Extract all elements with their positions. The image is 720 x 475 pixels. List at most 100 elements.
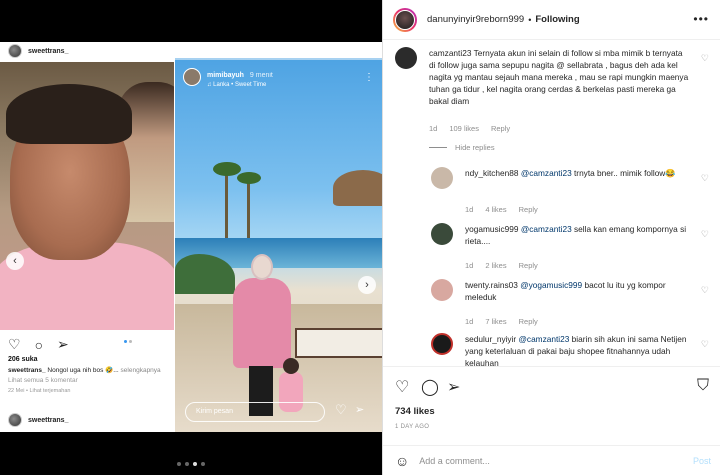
reply-likes[interactable]: 4 likes bbox=[485, 205, 506, 214]
hair bbox=[6, 84, 132, 144]
carousel-indicator bbox=[0, 462, 382, 466]
reply-avatar[interactable] bbox=[431, 279, 453, 301]
reply-avatar[interactable] bbox=[431, 223, 453, 245]
comment-likes[interactable]: 109 likes bbox=[449, 124, 479, 133]
heart-icon[interactable]: ♡ bbox=[701, 173, 709, 184]
author-username[interactable]: danunyinyir9reborn999 bbox=[427, 14, 524, 25]
following-button[interactable]: Following bbox=[535, 14, 579, 25]
reply-text: twenty.rains03 @yogamusic999 bacot lu it… bbox=[465, 279, 695, 303]
reply-likes[interactable]: 7 likes bbox=[485, 317, 506, 326]
reply-username[interactable]: ndy_kitchen88 bbox=[465, 168, 519, 178]
carousel-dot bbox=[201, 462, 205, 466]
comment-reply-button[interactable]: Reply bbox=[491, 124, 510, 133]
hide-replies-button[interactable]: Hide replies bbox=[429, 143, 495, 152]
send-icon[interactable]: ➢ bbox=[447, 377, 460, 397]
story-reply-field: Kirim pesan bbox=[185, 402, 325, 422]
dress bbox=[233, 278, 291, 368]
reply-username[interactable]: yogamusic999 bbox=[465, 224, 519, 234]
comment-username[interactable]: camzanti23 bbox=[429, 48, 471, 58]
reply-meta: 1d 4 likes Reply bbox=[465, 205, 538, 214]
hide-replies-label: Hide replies bbox=[455, 143, 495, 152]
comments-list[interactable]: camzanti23 Ternyata akun ini selain di f… bbox=[383, 41, 720, 366]
comment-meta: 1d 109 likes Reply bbox=[429, 124, 510, 133]
embedded-view-all: Lihat semua 5 komentar bbox=[8, 377, 78, 384]
comment-avatar[interactable] bbox=[395, 47, 417, 69]
comment-icon: ○ bbox=[34, 336, 44, 353]
reply-username[interactable]: twenty.rains03 bbox=[465, 280, 518, 290]
heart-icon: ♡ bbox=[335, 402, 347, 417]
heart-icon[interactable]: ♡ bbox=[701, 339, 709, 350]
reply-text: sedulur_nyiyir @camzanti23 biarin sih ak… bbox=[465, 333, 695, 366]
palm-tree bbox=[213, 162, 241, 248]
story-progress-bar bbox=[175, 58, 382, 60]
embedded-footer-username: sweettrans_ bbox=[28, 416, 69, 424]
head bbox=[251, 254, 273, 280]
bookmark-icon[interactable]: ⛉ bbox=[697, 377, 709, 395]
reply-mention[interactable]: @camzanti23 bbox=[519, 334, 570, 344]
embedded-post-photo: ‹ bbox=[0, 62, 174, 330]
post-side-panel: danunyinyir9reborn999 • Following ••• ca… bbox=[382, 0, 720, 475]
reply-reply-button[interactable]: Reply bbox=[519, 317, 538, 326]
heart-icon: ♡ bbox=[8, 336, 21, 352]
carousel-dot bbox=[185, 462, 189, 466]
reply-likes[interactable]: 2 likes bbox=[485, 261, 506, 270]
post-actions: ♡ ◯ ➢ ⛉ bbox=[383, 366, 720, 406]
more-horizontal-icon[interactable]: ••• bbox=[693, 12, 709, 26]
reply-reply-button[interactable]: Reply bbox=[519, 261, 538, 270]
media-screenshot: sweettrans_ ‹ ♡ ○ ➢ 206 suka sweettrans_… bbox=[0, 42, 382, 432]
embedded-username: sweettrans_ bbox=[28, 47, 69, 55]
embedded-caption-text: Nongol uga nih bos 🤣... bbox=[47, 367, 119, 374]
reply-age: 1d bbox=[465, 317, 474, 326]
more-vertical-icon: ⋮ bbox=[364, 72, 374, 83]
post-likes[interactable]: 734 likes bbox=[395, 406, 435, 417]
reply-age: 1d bbox=[465, 205, 474, 214]
reply-avatar[interactable] bbox=[431, 333, 453, 355]
reply-username[interactable]: sedulur_nyiyir bbox=[465, 334, 516, 344]
heart-icon[interactable]: ♡ bbox=[701, 53, 709, 64]
reply-age: 1d bbox=[465, 261, 474, 270]
child-head bbox=[283, 358, 299, 374]
carousel-dot-active bbox=[193, 462, 197, 466]
embedded-avatar bbox=[8, 44, 22, 58]
embedded-caption-user: sweettrans_ bbox=[8, 367, 46, 374]
emoji-icon[interactable]: ☺ bbox=[395, 453, 409, 469]
comment-icon[interactable]: ◯ bbox=[421, 377, 439, 397]
reply-mention[interactable]: @camzanti23 bbox=[521, 168, 572, 178]
story-avatar bbox=[183, 68, 201, 86]
lounger bbox=[295, 328, 382, 358]
author-avatar[interactable] bbox=[393, 7, 417, 32]
embedded-time: 22 Mei • Lihat terjemahan bbox=[8, 388, 71, 394]
chevron-left-icon: ‹ bbox=[6, 252, 24, 270]
heart-icon[interactable]: ♡ bbox=[395, 377, 409, 397]
embedded-footer: sweettrans_ bbox=[0, 408, 174, 432]
umbrella bbox=[333, 170, 382, 206]
reply-mention[interactable]: @yogamusic999 bbox=[520, 280, 582, 290]
send-icon: ➢ bbox=[355, 404, 365, 416]
reply-content: trnyta bner.. mimik follow😂 bbox=[574, 168, 676, 178]
carousel-dot bbox=[177, 462, 181, 466]
embedded-likes: 206 suka bbox=[8, 356, 38, 363]
reply-avatar[interactable] bbox=[431, 167, 453, 189]
reply-meta: 1d 7 likes Reply bbox=[465, 317, 538, 326]
embedded-post-actions: ♡ ○ ➢ bbox=[8, 336, 168, 353]
comment-age: 1d bbox=[429, 124, 438, 133]
story-time: 9 menit bbox=[249, 72, 273, 79]
header-separator: • bbox=[528, 14, 532, 25]
chevron-right-icon: › bbox=[358, 276, 376, 294]
post-date: 1 DAY AGO bbox=[395, 424, 430, 430]
heart-icon[interactable]: ♡ bbox=[701, 285, 709, 296]
add-comment-input[interactable] bbox=[419, 455, 670, 466]
post-button[interactable]: Post bbox=[693, 456, 711, 466]
story-username: mimibayuh bbox=[207, 72, 244, 79]
reply-mention[interactable]: @camzanti23 bbox=[521, 224, 572, 234]
post-media: sweettrans_ ‹ ♡ ○ ➢ 206 suka sweettrans_… bbox=[0, 0, 382, 475]
reply-text: yogamusic999 @camzanti23 sella kan emang… bbox=[465, 223, 695, 247]
story-user: mimibayuh 9 menit bbox=[207, 72, 273, 79]
reply-text: ndy_kitchen88 @camzanti23 trnyta bner.. … bbox=[465, 167, 695, 179]
reply-meta: 1d 2 likes Reply bbox=[465, 261, 538, 270]
heart-icon[interactable]: ♡ bbox=[701, 229, 709, 240]
embedded-caption-more: selengkapnya bbox=[120, 367, 161, 374]
embedded-carousel-dots bbox=[124, 340, 132, 343]
hide-replies-line bbox=[429, 147, 447, 148]
reply-reply-button[interactable]: Reply bbox=[519, 205, 538, 214]
